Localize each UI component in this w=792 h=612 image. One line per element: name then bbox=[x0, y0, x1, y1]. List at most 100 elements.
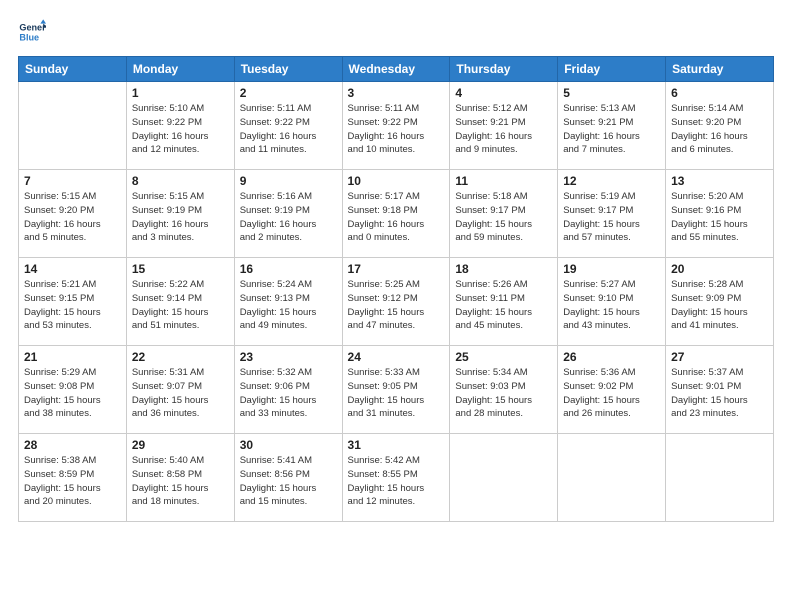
logo: General Blue bbox=[18, 18, 50, 46]
day-info: Sunrise: 5:19 AM Sunset: 9:17 PM Dayligh… bbox=[563, 190, 660, 245]
day-info: Sunrise: 5:11 AM Sunset: 9:22 PM Dayligh… bbox=[348, 102, 445, 157]
calendar-cell: 30 Sunrise: 5:41 AM Sunset: 8:56 PM Dayli… bbox=[234, 434, 342, 522]
calendar-cell: 8 Sunrise: 5:15 AM Sunset: 9:19 PM Daylig… bbox=[126, 170, 234, 258]
calendar-cell: 18Sunrise: 5:26 AM Sunset: 9:11 PM Dayli… bbox=[450, 258, 558, 346]
week-row-1: 1 Sunrise: 5:10 AM Sunset: 9:22 PM Daylig… bbox=[19, 82, 774, 170]
day-number: 8 bbox=[132, 174, 229, 188]
day-number: 2 bbox=[240, 86, 337, 100]
week-row-3: 14 Sunrise: 5:21 AM Sunset: 9:15 PM Dayli… bbox=[19, 258, 774, 346]
day-number: 9 bbox=[240, 174, 337, 188]
calendar-cell: 28 Sunrise: 5:38 AM Sunset: 8:59 PM Dayli… bbox=[19, 434, 127, 522]
calendar-cell: 25 Sunrise: 5:34 AM Sunset: 9:03 PM Dayli… bbox=[450, 346, 558, 434]
day-number: 15 bbox=[132, 262, 229, 276]
calendar-cell: 24 Sunrise: 5:33 AM Sunset: 9:05 PM Dayli… bbox=[342, 346, 450, 434]
day-number: 29 bbox=[132, 438, 229, 452]
calendar-cell bbox=[19, 82, 127, 170]
calendar-header-row: SundayMondayTuesdayWednesdayThursdayFrid… bbox=[19, 57, 774, 82]
day-number: 21 bbox=[24, 350, 121, 364]
day-number: 26 bbox=[563, 350, 660, 364]
day-number: 12 bbox=[563, 174, 660, 188]
day-info: Sunrise: 5:13 AM Sunset: 9:21 PM Dayligh… bbox=[563, 102, 660, 157]
day-info: Sunrise: 5:20 AM Sunset: 9:16 PM Dayligh… bbox=[671, 190, 768, 245]
calendar-cell: 26 Sunrise: 5:36 AM Sunset: 9:02 PM Dayli… bbox=[558, 346, 666, 434]
calendar-cell: 12 Sunrise: 5:19 AM Sunset: 9:17 PM Dayli… bbox=[558, 170, 666, 258]
header-cell-wednesday: Wednesday bbox=[342, 57, 450, 82]
calendar-cell: 6Sunrise: 5:14 AM Sunset: 9:20 PM Daylig… bbox=[666, 82, 774, 170]
calendar-table: SundayMondayTuesdayWednesdayThursdayFrid… bbox=[18, 56, 774, 522]
calendar-cell: 17 Sunrise: 5:25 AM Sunset: 9:12 PM Dayli… bbox=[342, 258, 450, 346]
day-info: Sunrise: 5:26 AM Sunset: 9:11 PM Dayligh… bbox=[455, 278, 552, 333]
day-info: Sunrise: 5:28 AM Sunset: 9:09 PM Dayligh… bbox=[671, 278, 768, 333]
calendar-cell: 14 Sunrise: 5:21 AM Sunset: 9:15 PM Dayli… bbox=[19, 258, 127, 346]
calendar-cell: 27 Sunrise: 5:37 AM Sunset: 9:01 PM Dayli… bbox=[666, 346, 774, 434]
day-number: 27 bbox=[671, 350, 768, 364]
day-number: 10 bbox=[348, 174, 445, 188]
calendar-cell: 23 Sunrise: 5:32 AM Sunset: 9:06 PM Dayli… bbox=[234, 346, 342, 434]
week-row-4: 21 Sunrise: 5:29 AM Sunset: 9:08 PM Dayli… bbox=[19, 346, 774, 434]
day-info: Sunrise: 5:10 AM Sunset: 9:22 PM Dayligh… bbox=[132, 102, 229, 157]
day-number: 4 bbox=[455, 86, 552, 100]
day-number: 25 bbox=[455, 350, 552, 364]
calendar-cell: 5Sunrise: 5:13 AM Sunset: 9:21 PM Daylig… bbox=[558, 82, 666, 170]
calendar-cell: 1 Sunrise: 5:10 AM Sunset: 9:22 PM Daylig… bbox=[126, 82, 234, 170]
day-info: Sunrise: 5:33 AM Sunset: 9:05 PM Dayligh… bbox=[348, 366, 445, 421]
calendar-cell: 3Sunrise: 5:11 AM Sunset: 9:22 PM Daylig… bbox=[342, 82, 450, 170]
day-info: Sunrise: 5:11 AM Sunset: 9:22 PM Dayligh… bbox=[240, 102, 337, 157]
day-info: Sunrise: 5:41 AM Sunset: 8:56 PM Dayligh… bbox=[240, 454, 337, 509]
day-info: Sunrise: 5:29 AM Sunset: 9:08 PM Dayligh… bbox=[24, 366, 121, 421]
calendar-cell: 11 Sunrise: 5:18 AM Sunset: 9:17 PM Dayli… bbox=[450, 170, 558, 258]
calendar-cell: 10Sunrise: 5:17 AM Sunset: 9:18 PM Dayli… bbox=[342, 170, 450, 258]
day-info: Sunrise: 5:14 AM Sunset: 9:20 PM Dayligh… bbox=[671, 102, 768, 157]
calendar-cell: 4 Sunrise: 5:12 AM Sunset: 9:21 PM Daylig… bbox=[450, 82, 558, 170]
calendar-cell: 7 Sunrise: 5:15 AM Sunset: 9:20 PM Daylig… bbox=[19, 170, 127, 258]
header-cell-saturday: Saturday bbox=[666, 57, 774, 82]
day-info: Sunrise: 5:36 AM Sunset: 9:02 PM Dayligh… bbox=[563, 366, 660, 421]
calendar-cell: 2 Sunrise: 5:11 AM Sunset: 9:22 PM Daylig… bbox=[234, 82, 342, 170]
day-info: Sunrise: 5:42 AM Sunset: 8:55 PM Dayligh… bbox=[348, 454, 445, 509]
calendar-cell: 22 Sunrise: 5:31 AM Sunset: 9:07 PM Dayli… bbox=[126, 346, 234, 434]
day-info: Sunrise: 5:15 AM Sunset: 9:19 PM Dayligh… bbox=[132, 190, 229, 245]
calendar-cell bbox=[450, 434, 558, 522]
day-info: Sunrise: 5:34 AM Sunset: 9:03 PM Dayligh… bbox=[455, 366, 552, 421]
day-info: Sunrise: 5:38 AM Sunset: 8:59 PM Dayligh… bbox=[24, 454, 121, 509]
day-number: 24 bbox=[348, 350, 445, 364]
day-number: 22 bbox=[132, 350, 229, 364]
day-number: 31 bbox=[348, 438, 445, 452]
day-info: Sunrise: 5:40 AM Sunset: 8:58 PM Dayligh… bbox=[132, 454, 229, 509]
logo-icon: General Blue bbox=[18, 18, 46, 46]
day-number: 28 bbox=[24, 438, 121, 452]
calendar-cell bbox=[666, 434, 774, 522]
header-cell-thursday: Thursday bbox=[450, 57, 558, 82]
calendar-body: 1 Sunrise: 5:10 AM Sunset: 9:22 PM Daylig… bbox=[19, 82, 774, 522]
day-info: Sunrise: 5:18 AM Sunset: 9:17 PM Dayligh… bbox=[455, 190, 552, 245]
day-info: Sunrise: 5:37 AM Sunset: 9:01 PM Dayligh… bbox=[671, 366, 768, 421]
calendar-cell: 13Sunrise: 5:20 AM Sunset: 9:16 PM Dayli… bbox=[666, 170, 774, 258]
calendar-cell bbox=[558, 434, 666, 522]
day-number: 7 bbox=[24, 174, 121, 188]
day-info: Sunrise: 5:12 AM Sunset: 9:21 PM Dayligh… bbox=[455, 102, 552, 157]
day-info: Sunrise: 5:25 AM Sunset: 9:12 PM Dayligh… bbox=[348, 278, 445, 333]
day-number: 23 bbox=[240, 350, 337, 364]
day-info: Sunrise: 5:32 AM Sunset: 9:06 PM Dayligh… bbox=[240, 366, 337, 421]
calendar-cell: 31 Sunrise: 5:42 AM Sunset: 8:55 PM Dayli… bbox=[342, 434, 450, 522]
day-number: 14 bbox=[24, 262, 121, 276]
day-number: 11 bbox=[455, 174, 552, 188]
day-info: Sunrise: 5:21 AM Sunset: 9:15 PM Dayligh… bbox=[24, 278, 121, 333]
page-header: General Blue bbox=[18, 18, 774, 46]
day-info: Sunrise: 5:27 AM Sunset: 9:10 PM Dayligh… bbox=[563, 278, 660, 333]
day-number: 17 bbox=[348, 262, 445, 276]
day-number: 30 bbox=[240, 438, 337, 452]
day-number: 1 bbox=[132, 86, 229, 100]
header-cell-friday: Friday bbox=[558, 57, 666, 82]
day-info: Sunrise: 5:15 AM Sunset: 9:20 PM Dayligh… bbox=[24, 190, 121, 245]
calendar-cell: 9 Sunrise: 5:16 AM Sunset: 9:19 PM Daylig… bbox=[234, 170, 342, 258]
header-cell-tuesday: Tuesday bbox=[234, 57, 342, 82]
calendar-cell: 29 Sunrise: 5:40 AM Sunset: 8:58 PM Dayli… bbox=[126, 434, 234, 522]
day-info: Sunrise: 5:31 AM Sunset: 9:07 PM Dayligh… bbox=[132, 366, 229, 421]
header-cell-monday: Monday bbox=[126, 57, 234, 82]
calendar-page: General Blue SundayMondayTuesdayWednesda… bbox=[0, 0, 792, 612]
day-info: Sunrise: 5:22 AM Sunset: 9:14 PM Dayligh… bbox=[132, 278, 229, 333]
day-info: Sunrise: 5:16 AM Sunset: 9:19 PM Dayligh… bbox=[240, 190, 337, 245]
day-info: Sunrise: 5:24 AM Sunset: 9:13 PM Dayligh… bbox=[240, 278, 337, 333]
svg-text:General: General bbox=[19, 23, 46, 33]
